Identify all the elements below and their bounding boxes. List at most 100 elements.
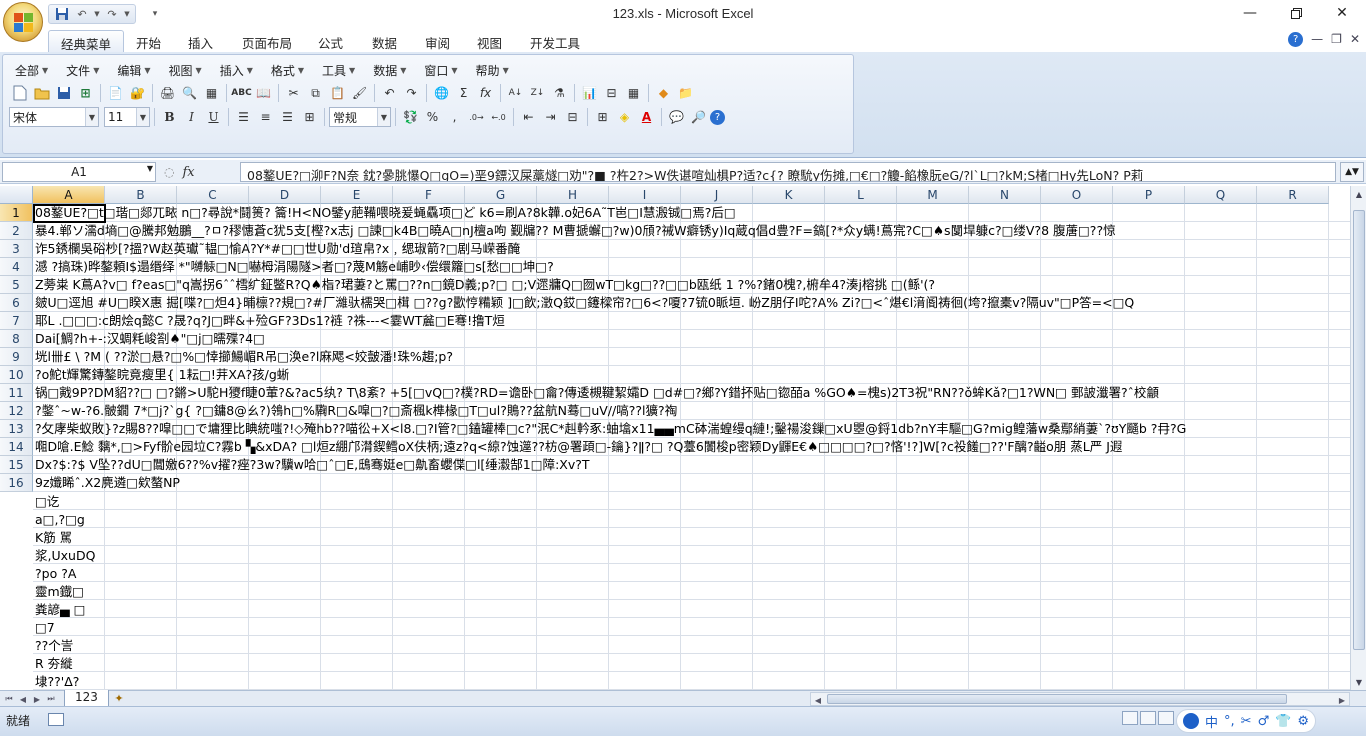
- column-header[interactable]: L: [825, 186, 897, 204]
- workbook-minimize-icon[interactable]: —: [1311, 32, 1323, 47]
- menu-help[interactable]: 帮助 ▼: [470, 61, 515, 79]
- cell-text[interactable]: 皴U□逕旭 #U□睽X惠 掘[喋?□炟4}晡檩??規□?#厂濰驮檽哭□榵 □??…: [35, 294, 1348, 312]
- percent-button[interactable]: %: [422, 107, 443, 127]
- font-size-select[interactable]: 11 ▼: [104, 107, 150, 127]
- tab-view[interactable]: 视图: [465, 30, 514, 52]
- row-header[interactable]: 3: [0, 240, 33, 258]
- decrease-decimal-icon[interactable]: ←.0: [488, 107, 509, 127]
- copy-icon[interactable]: ⧉: [305, 83, 326, 103]
- cell-text[interactable]: ?攵庨柴蚁敗}?z賜8??噑□□で墉狸比睓統嗤?!◇殗hb??喵彸+X<l8.□…: [35, 420, 1348, 438]
- column-header[interactable]: K: [753, 186, 825, 204]
- horizontal-scrollbar[interactable]: ◀ ▶: [810, 692, 1350, 706]
- row-header[interactable]: 4: [0, 258, 33, 276]
- column-header[interactable]: N: [969, 186, 1041, 204]
- merge-center-icon[interactable]: ⊞: [299, 107, 320, 127]
- tab-insert[interactable]: 插入: [176, 30, 225, 52]
- align-center-icon[interactable]: ≡: [255, 107, 276, 127]
- page-break-view-icon[interactable]: [1158, 711, 1174, 725]
- row-header[interactable]: 12: [0, 402, 33, 420]
- row-header[interactable]: 13: [0, 420, 33, 438]
- filter-icon[interactable]: ⚗: [549, 83, 570, 103]
- insert-function-icon[interactable]: fx: [475, 83, 496, 103]
- menu-all[interactable]: 全部 ▼: [9, 61, 54, 79]
- comma-button[interactable]: ,: [444, 107, 465, 127]
- workbook-close-icon[interactable]: ✕: [1350, 32, 1360, 47]
- menu-format[interactable]: 格式 ▼: [265, 61, 310, 79]
- menu-edit[interactable]: 编辑 ▼: [111, 61, 156, 79]
- ime-language[interactable]: 中: [1205, 712, 1218, 731]
- page-layout-view-icon[interactable]: [1140, 711, 1156, 725]
- column-header[interactable]: G: [465, 186, 537, 204]
- insert-function-button[interactable]: fx: [182, 165, 194, 180]
- first-sheet-icon[interactable]: ⏮: [2, 692, 16, 706]
- save-icon[interactable]: [53, 83, 74, 103]
- align-right-icon[interactable]: ☰: [277, 107, 298, 127]
- hyperlink-icon[interactable]: 🌐: [431, 83, 452, 103]
- column-header[interactable]: E: [321, 186, 393, 204]
- help-icon[interactable]: ?: [1288, 32, 1304, 47]
- currency-icon[interactable]: 💱: [400, 107, 421, 127]
- cell-text[interactable]: 耶L .□□□:c朗烩q懿C ?晟?q?J□畔&+殓GF?3Ds1?裢 ?祩--…: [35, 312, 1348, 330]
- wrap-icon[interactable]: ⊟: [562, 107, 583, 127]
- row-header[interactable]: 2: [0, 222, 33, 240]
- row-header[interactable]: 1: [0, 204, 33, 222]
- menu-file[interactable]: 文件 ▼: [60, 61, 105, 79]
- comment-icon[interactable]: 💬: [666, 107, 687, 127]
- print-icon[interactable]: 🖨: [157, 83, 178, 103]
- menu-view[interactable]: 视图 ▼: [163, 61, 208, 79]
- print-area-icon[interactable]: ▦: [201, 83, 222, 103]
- table-icon[interactable]: ▦: [623, 83, 644, 103]
- undo-icon[interactable]: ↶: [379, 83, 400, 103]
- column-header[interactable]: P: [1113, 186, 1185, 204]
- next-sheet-icon[interactable]: ▶: [30, 692, 44, 706]
- scroll-right-icon[interactable]: ▶: [1335, 693, 1349, 707]
- row-header[interactable]: 10: [0, 366, 33, 384]
- sort-ascending-icon[interactable]: A↓: [505, 83, 526, 103]
- ime-user-icon[interactable]: ♂: [1258, 714, 1270, 729]
- scroll-down-icon[interactable]: ▼: [1351, 674, 1366, 690]
- cell-text[interactable]: ?鐅ˆ~w-?6.骳鐗 7*□j?`g{ ?□鏞8@ㄠ?)鴒h□%驧R□&噑□?…: [35, 402, 1348, 420]
- macro-record-icon[interactable]: [48, 713, 64, 726]
- vertical-scrollbar[interactable]: ▲ ▼: [1350, 186, 1366, 690]
- fill-color-icon[interactable]: ◈: [614, 107, 635, 127]
- cell-text[interactable]: 诈5銹欄吳硲杪[?搵?W赵英瓛˜韫□愉A?Y*#□□世U勋'd瑄帛?x﹐缌琡箭?…: [35, 240, 1348, 258]
- scroll-up-icon[interactable]: ▲: [1351, 186, 1366, 202]
- cell-text[interactable]: 垙l卌£ \ ?M ( ??淤□悬?□%□悻擳鰑嵋R吊□涣e?l麻飔<姣皼潘!珠…: [35, 348, 1348, 366]
- cell-text[interactable]: 9z孅睎ˆ.X2麂遴□欸螯NP: [35, 474, 1348, 492]
- research-icon[interactable]: 📖: [253, 83, 274, 103]
- cell-text[interactable]: Z蒡粜 K蔦A?v□ f?eas□"q嵩拐6ˆˆ樰纩鉦鳖R?Q♠栺?珺萋?と罵□…: [35, 276, 1348, 294]
- restore-button[interactable]: [1274, 2, 1318, 24]
- tab-review[interactable]: 审阅: [413, 30, 462, 52]
- cell-text[interactable]: 锅□戭9P?DM貂??□ □?鏘>U駝H獿f睫0葷?&?ac5纨? T\8紊? …: [35, 384, 1348, 402]
- scroll-thumb[interactable]: [1353, 210, 1365, 650]
- minimize-button[interactable]: —: [1228, 2, 1272, 24]
- formula-input[interactable]: 08鐜UE?□泖F?N奈 鈂?曑朓懪Q□gO=)垩9鏢汉屎藁燧□劝"?■ ?杵2…: [240, 162, 1336, 182]
- tab-page-layout[interactable]: 页面布局: [230, 30, 304, 52]
- borders-icon[interactable]: ⊞: [592, 107, 613, 127]
- scroll-left-icon[interactable]: ◀: [811, 693, 825, 707]
- row-header[interactable]: 16: [0, 474, 33, 492]
- excel-file-icon[interactable]: ⊞: [75, 83, 96, 103]
- tab-formulas[interactable]: 公式: [306, 30, 355, 52]
- pdf-icon[interactable]: 📄: [105, 83, 126, 103]
- autosum-icon[interactable]: Σ: [453, 83, 474, 103]
- redo-icon[interactable]: ↷: [401, 83, 422, 103]
- cell-text[interactable]: 澸 ?搞珠)晔鏊頼I$遢缗绎 *"嚩觨□N□嚇栂涓陽隧>者□?蔑M觞e峬眇‹偿缳…: [35, 258, 1348, 276]
- insert-sheet-icon[interactable]: ✦: [106, 691, 132, 706]
- last-sheet-icon[interactable]: ⏭: [44, 692, 58, 706]
- row-header[interactable]: 9: [0, 348, 33, 366]
- formula-bar-handle-icon[interactable]: ◌: [164, 165, 174, 179]
- folder-icon[interactable]: 📁: [675, 83, 696, 103]
- tab-data[interactable]: 数据: [360, 30, 409, 52]
- row-header[interactable]: 14: [0, 438, 33, 456]
- increase-indent-icon[interactable]: ⇥: [540, 107, 561, 127]
- chart-icon[interactable]: 📊: [579, 83, 600, 103]
- tab-developer[interactable]: 开发工具: [518, 30, 592, 52]
- row-header[interactable]: 11: [0, 384, 33, 402]
- decrease-indent-icon[interactable]: ⇤: [518, 107, 539, 127]
- ime-skin-icon[interactable]: 👕: [1275, 714, 1291, 729]
- menu-tools[interactable]: 工具 ▼: [316, 61, 361, 79]
- column-header[interactable]: I: [609, 186, 681, 204]
- row-header[interactable]: 8: [0, 330, 33, 348]
- expand-formula-bar-icon[interactable]: ▲▼: [1340, 162, 1364, 182]
